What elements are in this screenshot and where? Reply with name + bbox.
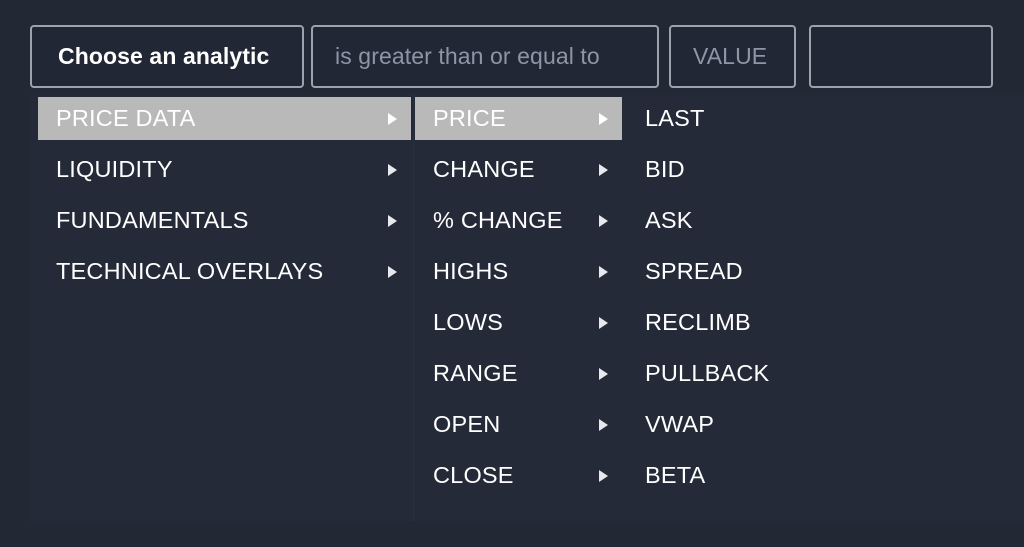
chevron-right-icon [388,214,397,227]
menu-item-ask[interactable]: ASK [645,199,865,242]
menu-item-range[interactable]: RANGE [415,352,622,395]
operator-select-field[interactable]: is greater than or equal to [311,25,659,88]
menu-item-label: PRICE [433,105,506,131]
menu-item-spread[interactable]: SPREAD [645,250,865,293]
menu-item-label: TECHNICAL OVERLAYS [56,258,324,284]
menu-item-percent-change[interactable]: % CHANGE [415,199,622,242]
menu-item-highs[interactable]: HIGHS [415,250,622,293]
menu-column-metrics: PRICE CHANGE % CHANGE HIGHS LOWS RANGE O… [415,97,622,505]
menu-item-pullback[interactable]: PULLBACK [645,352,865,395]
menu-item-liquidity[interactable]: LIQUIDITY [38,148,411,191]
menu-item-bid[interactable]: BID [645,148,865,191]
analytic-select-value: Choose an analytic [58,43,270,69]
chevron-right-icon [388,265,397,278]
menu-item-beta[interactable]: BETA [645,454,865,497]
menu-item-label: ASK [645,207,693,233]
chevron-right-icon [599,469,608,482]
menu-item-label: LAST [645,105,705,131]
chevron-right-icon [599,112,608,125]
menu-item-label: VWAP [645,411,715,437]
menu-column-fields: LAST BID ASK SPREAD RECLIMB PULLBACK VWA… [645,97,865,505]
chevron-right-icon [599,265,608,278]
menu-item-change[interactable]: CHANGE [415,148,622,191]
value-input-placeholder: VALUE [693,43,768,69]
menu-item-label: RANGE [433,360,518,386]
chevron-right-icon [599,418,608,431]
chevron-right-icon [599,367,608,380]
menu-item-label: CLOSE [433,462,514,488]
chevron-right-icon [599,163,608,176]
menu-item-label: SPREAD [645,258,743,284]
menu-item-close[interactable]: CLOSE [415,454,622,497]
menu-item-label: CHANGE [433,156,535,182]
menu-item-fundamentals[interactable]: FUNDAMENTALS [38,199,411,242]
menu-item-label: % CHANGE [433,207,563,233]
menu-item-label: BETA [645,462,706,488]
menu-item-technical-overlays[interactable]: TECHNICAL OVERLAYS [38,250,411,293]
chevron-right-icon [388,163,397,176]
menu-item-label: OPEN [433,411,501,437]
chevron-right-icon [599,316,608,329]
menu-item-price[interactable]: PRICE [415,97,622,140]
menu-item-reclimb[interactable]: RECLIMB [645,301,865,344]
query-builder-bar: Choose an analytic is greater than or eq… [0,0,1024,93]
menu-item-lows[interactable]: LOWS [415,301,622,344]
menu-column-categories: PRICE DATA LIQUIDITY FUNDAMENTALS TECHNI… [38,97,411,301]
menu-item-label: LIQUIDITY [56,156,173,182]
column-divider [413,93,414,521]
menu-item-label: PULLBACK [645,360,770,386]
menu-item-label: FUNDAMENTALS [56,207,249,233]
menu-item-last[interactable]: LAST [645,97,865,140]
menu-item-price-data[interactable]: PRICE DATA [38,97,411,140]
chevron-right-icon [388,112,397,125]
menu-item-label: RECLIMB [645,309,751,335]
extra-input-field[interactable] [809,25,993,88]
analytic-select-field[interactable]: Choose an analytic [30,25,304,88]
menu-item-label: PRICE DATA [56,105,196,131]
menu-item-label: HIGHS [433,258,509,284]
menu-item-vwap[interactable]: VWAP [645,403,865,446]
value-input-field[interactable]: VALUE [669,25,796,88]
menu-item-label: BID [645,156,685,182]
operator-select-value: is greater than or equal to [335,43,600,69]
menu-item-open[interactable]: OPEN [415,403,622,446]
chevron-right-icon [599,214,608,227]
menu-item-label: LOWS [433,309,504,335]
